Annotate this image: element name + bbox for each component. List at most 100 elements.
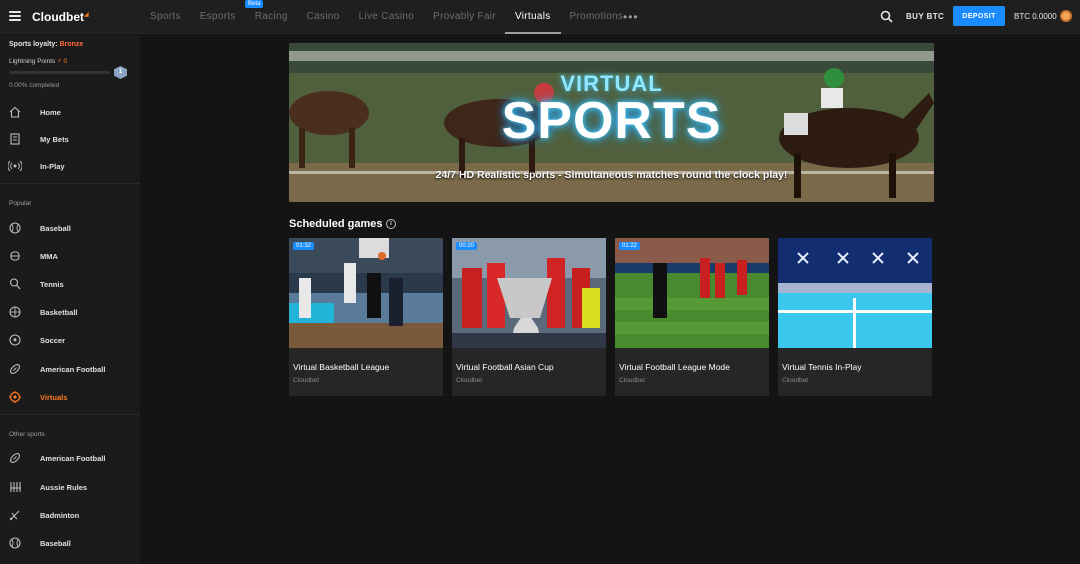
logo-mark-icon: ◢ <box>84 12 89 18</box>
virtual-sports-banner[interactable]: VIRTUAL SPORTS 24/7 HD Realistic sports … <box>289 43 934 202</box>
nav-esports[interactable]: Esports <box>200 0 236 34</box>
trophy-celebration-illustration <box>452 238 606 348</box>
deposit-button[interactable]: DEPOSIT <box>953 6 1005 26</box>
sidebar-item-label: Tennis <box>40 280 64 289</box>
info-icon[interactable]: i <box>386 219 396 229</box>
banner-subtitle: 24/7 HD Realistic sports - Simultaneous … <box>435 169 788 181</box>
lightning-points-label: Lightning Points <box>9 58 56 65</box>
loyalty-progress-bar <box>9 71 110 74</box>
nav-casino[interactable]: Casino <box>307 0 340 34</box>
lightning-points-value: ⚡ 0 <box>57 58 68 65</box>
sidebar-item-label: American Football <box>40 454 106 463</box>
beta-badge: Beta <box>245 0 264 8</box>
game-provider: Cloudbet <box>293 377 320 384</box>
game-thumbnail <box>778 238 932 348</box>
level-badge-icon: 1 <box>114 66 127 79</box>
mma-icon <box>10 251 20 261</box>
game-thumbnail <box>289 238 443 348</box>
game-card-asian-cup[interactable]: 00:20 Virtual Football Asian Cup Cloudbe… <box>452 238 606 396</box>
virtuals-icon <box>9 391 21 403</box>
top-bar: Cloudbet◢ Sports Esports Racing Casino L… <box>0 0 1080 34</box>
sidebar-item-label: MMA <box>40 252 58 261</box>
american-football-icon <box>10 364 20 374</box>
loyalty-label: Sports loyalty: <box>9 41 58 48</box>
sidebar-item-home[interactable]: Home <box>0 101 140 123</box>
game-name: Virtual Basketball League <box>293 362 390 372</box>
scheduled-games-title: Scheduled games <box>289 218 383 230</box>
sidebar-item-soccer[interactable]: Soccer <box>0 329 140 351</box>
sidebar-item-label: Home <box>40 108 61 117</box>
sidebar-item-label: Basketball <box>40 308 78 317</box>
popular-title: Popular <box>9 200 32 207</box>
aussie-rules-icon <box>10 482 21 492</box>
sidebar-item-baseball-other[interactable]: Baseball <box>0 532 140 554</box>
banner-title-main: SPORTS <box>501 92 722 150</box>
bitcoin-icon[interactable] <box>1060 10 1072 22</box>
basketball-icon <box>9 306 21 318</box>
sidebar-item-tennis[interactable]: Tennis <box>0 273 140 295</box>
other-sports-title: Other sports <box>9 431 45 438</box>
sidebar-item-badminton[interactable]: Badminton <box>0 504 140 526</box>
sidebar-item-label: Baseball <box>40 224 71 233</box>
football-match-illustration <box>615 238 769 348</box>
more-icon[interactable]: ••• <box>623 10 639 24</box>
sidebar-divider <box>0 183 140 184</box>
tennis-icon <box>9 278 21 290</box>
sidebar-item-american-football[interactable]: American Football <box>0 358 140 380</box>
sidebar-item-label: American Football <box>40 365 106 374</box>
home-icon <box>9 106 21 118</box>
sidebar-item-basketball[interactable]: Basketball <box>0 301 140 323</box>
loyalty-tier: Bronze <box>59 41 84 48</box>
sidebar-item-in-play[interactable]: In-Play <box>0 155 140 177</box>
sidebar-item-my-bets[interactable]: My Bets <box>0 128 140 150</box>
game-name: Virtual Football Asian Cup <box>456 362 554 372</box>
game-provider: Cloudbet <box>782 377 809 384</box>
sidebar-divider <box>0 414 140 415</box>
game-timer: 01:22 <box>619 242 641 250</box>
sidebar-item-virtuals[interactable]: Virtuals <box>0 386 140 408</box>
baseball-icon <box>9 537 21 549</box>
nav-sports[interactable]: Sports <box>150 0 181 34</box>
game-provider: Cloudbet <box>619 377 646 384</box>
game-card-tennis[interactable]: Virtual Tennis In-Play Cloudbet <box>778 238 932 396</box>
sidebar-item-mma[interactable]: MMA <box>0 245 140 267</box>
game-name: Virtual Tennis In-Play <box>782 362 862 372</box>
nav-virtuals[interactable]: Virtuals <box>505 0 561 34</box>
sidebar-item-label: My Bets <box>40 135 69 144</box>
game-thumbnail <box>615 238 769 348</box>
buy-btc-link[interactable]: BUY BTC <box>906 12 944 21</box>
sidebar-item-american-football-other[interactable]: American Football <box>0 447 140 469</box>
tennis-court-illustration <box>778 238 932 348</box>
sports-loyalty[interactable]: Sports loyalty: Bronze <box>9 41 83 48</box>
game-card-football-league[interactable]: 01:22 Virtual Football League Mode Cloud… <box>615 238 769 396</box>
sidebar-item-baseball[interactable]: Baseball <box>0 217 140 239</box>
soccer-icon <box>9 334 21 346</box>
main-nav: Sports Esports Racing Casino Live Casino… <box>150 0 642 34</box>
american-football-icon <box>10 453 20 463</box>
game-thumbnail <box>452 238 606 348</box>
badminton-icon <box>9 510 20 521</box>
nav-live-casino[interactable]: Live Casino <box>359 0 415 34</box>
game-timer: 01:32 <box>293 242 315 250</box>
search-icon[interactable] <box>880 10 893 23</box>
basketball-scene-illustration <box>289 238 443 348</box>
sidebar-item-label: Aussie Rules <box>40 483 88 492</box>
game-card-basketball[interactable]: 01:32 Virtual Basketball League Cloudbet <box>289 238 443 396</box>
game-provider: Cloudbet <box>456 377 483 384</box>
logo[interactable]: Cloudbet◢ <box>32 10 89 24</box>
live-icon <box>8 160 22 172</box>
sidebar-item-label: Virtuals <box>40 393 68 402</box>
sidebar-item-label: In-Play <box>40 162 65 171</box>
game-timer: 00:20 <box>456 242 478 250</box>
sidebar-item-aussie-rules[interactable]: Aussie Rules <box>0 476 140 498</box>
bets-icon <box>10 133 20 145</box>
balance[interactable]: BTC 0.0000 <box>1014 12 1057 21</box>
sidebar-item-label: Badminton <box>40 511 80 520</box>
nav-promotions[interactable]: Promotions <box>570 0 624 34</box>
lightning-points-number: 0 <box>63 58 68 65</box>
menu-icon[interactable] <box>9 11 21 21</box>
nav-provably-fair[interactable]: Provably Fair <box>433 0 496 34</box>
lightning-points: Lightning Points ⚡ 0 <box>9 57 67 65</box>
sidebar-item-label: Soccer <box>40 336 66 345</box>
sidebar-item-label: Baseball <box>40 539 71 548</box>
